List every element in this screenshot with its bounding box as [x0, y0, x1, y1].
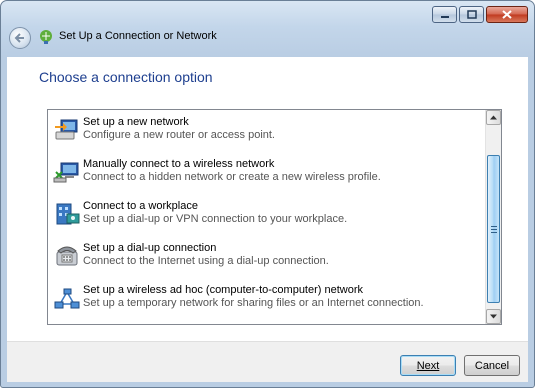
adhoc-network-icon — [54, 288, 80, 309]
vertical-scrollbar[interactable] — [485, 110, 501, 324]
scroll-down-icon — [490, 314, 497, 319]
option-description: Configure a new router or access point. — [83, 129, 275, 141]
connection-options-list[interactable]: Set up a new network Configure a new rou… — [47, 109, 502, 325]
next-button[interactable]: Next — [400, 355, 456, 376]
option-title: Set up a dial-up connection — [83, 242, 217, 254]
option-description: Set up a temporary network for sharing f… — [83, 297, 424, 309]
caption-buttons — [432, 6, 528, 23]
option-workplace[interactable]: Connect to a workplace Set up a dial-up … — [51, 196, 483, 234]
scroll-up-icon — [490, 115, 497, 120]
scroll-grip-icon — [490, 225, 497, 233]
page-title: Choose a connection option — [39, 69, 213, 85]
wizard-footer: Next Cancel — [7, 341, 528, 382]
option-title: Set up a wireless ad hoc (computer-to-co… — [83, 284, 364, 296]
title-bar: Set Up a Connection or Network — [1, 1, 534, 57]
scroll-up-button[interactable] — [486, 110, 501, 125]
close-button[interactable] — [486, 6, 528, 23]
back-arrow-icon — [14, 33, 24, 43]
option-new-network[interactable]: Set up a new network Configure a new rou… — [51, 112, 483, 150]
back-button[interactable] — [9, 27, 31, 49]
option-description: Connect to the Internet using a dial-up … — [83, 255, 329, 267]
maximize-button[interactable] — [459, 6, 484, 23]
option-description: Connect to a hidden network or create a … — [83, 171, 381, 183]
wizard-title: Set Up a Connection or Network — [59, 30, 217, 42]
workplace-vpn-icon — [56, 203, 80, 225]
option-manual-wireless[interactable]: Manually connect to a wireless network C… — [51, 154, 483, 192]
option-dialup[interactable]: Set up a dial-up connection Connect to t… — [51, 238, 483, 276]
scroll-thumb[interactable] — [487, 155, 500, 303]
wizard-window: Set Up a Connection or Network Choose a … — [0, 0, 535, 388]
router-network-icon — [55, 119, 78, 140]
minimize-button[interactable] — [432, 6, 457, 23]
close-icon — [502, 10, 512, 19]
option-adhoc[interactable]: Set up a wireless ad hoc (computer-to-co… — [51, 280, 483, 318]
option-description: Set up a dial-up or VPN connection to yo… — [83, 213, 348, 225]
minimize-icon — [440, 15, 449, 18]
dialup-phone-icon — [56, 246, 78, 266]
option-title: Set up a new network — [83, 116, 189, 128]
network-wizard-icon — [40, 30, 52, 44]
option-title: Manually connect to a wireless network — [83, 158, 275, 170]
option-title: Connect to a workplace — [83, 200, 198, 212]
cancel-button[interactable]: Cancel — [464, 355, 520, 376]
wireless-network-icon — [53, 162, 79, 183]
scroll-down-button[interactable] — [486, 309, 501, 324]
content-area: Choose a connection option Set up a new … — [7, 57, 528, 341]
maximize-icon — [466, 10, 477, 19]
